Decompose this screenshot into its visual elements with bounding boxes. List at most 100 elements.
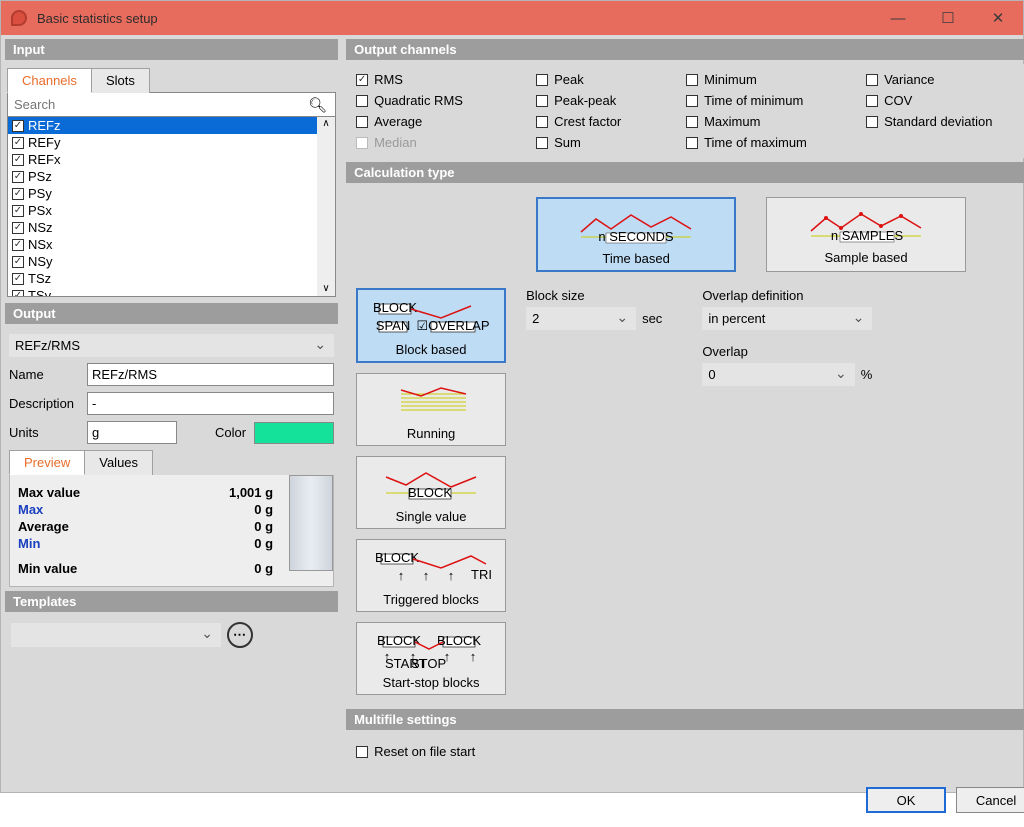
channel-name: NSy bbox=[28, 253, 53, 270]
list-item[interactable]: ✓NSz bbox=[8, 219, 335, 236]
output-check-cov[interactable]: COV bbox=[866, 93, 1024, 108]
svg-text:SPAN: SPAN bbox=[376, 318, 410, 333]
checkbox-icon: ✓ bbox=[12, 205, 24, 217]
svg-text:TRIGGERS: TRIGGERS bbox=[471, 567, 491, 582]
checkbox-icon: ✓ bbox=[12, 188, 24, 200]
window: Basic statistics setup — ☐ ✕ Input Chann… bbox=[0, 0, 1024, 793]
channel-name: PSy bbox=[28, 185, 52, 202]
search-icon[interactable]: 🔍︎ bbox=[300, 96, 335, 114]
name-label: Name bbox=[9, 367, 79, 382]
output-check-time-of-minimum[interactable]: Time of minimum bbox=[686, 93, 856, 108]
calc-single-value[interactable]: BLOCK Single value bbox=[356, 456, 506, 529]
max-label: Max bbox=[18, 502, 43, 517]
list-item[interactable]: ✓REFx bbox=[8, 151, 335, 168]
channel-name: TSz bbox=[28, 270, 51, 287]
average: 0 g bbox=[254, 519, 273, 534]
checkbox-icon: ✓ bbox=[12, 290, 24, 298]
output-check-minimum[interactable]: Minimum bbox=[686, 72, 856, 87]
maximize-button[interactable]: ☐ bbox=[923, 1, 973, 35]
check-label: Quadratic RMS bbox=[374, 93, 463, 108]
template-more-button[interactable]: ⋯ bbox=[227, 622, 253, 648]
output-check-peak[interactable]: Peak bbox=[536, 72, 676, 87]
list-item[interactable]: ✓ PSy bbox=[8, 185, 335, 202]
list-item[interactable]: ✓REFz bbox=[8, 117, 335, 134]
check-label: Sum bbox=[554, 135, 581, 150]
block-size-select[interactable]: 2 bbox=[526, 307, 636, 330]
calc-running[interactable]: Running bbox=[356, 373, 506, 446]
checkbox-icon: ✓ bbox=[12, 120, 24, 132]
minimize-button[interactable]: — bbox=[873, 1, 923, 35]
average-label: Average bbox=[18, 519, 69, 534]
channel-name: REFx bbox=[28, 151, 61, 168]
input-header: Input bbox=[5, 39, 338, 60]
calc-start-stop-blocks[interactable]: BLOCKBLOCK↑↑↑↑STARTSTOP Start-stop block… bbox=[356, 622, 506, 695]
close-button[interactable]: ✕ bbox=[973, 1, 1023, 35]
checkbox-icon: ✓ bbox=[12, 222, 24, 234]
output-channel-select[interactable]: REFz/RMS bbox=[9, 334, 334, 357]
output-check-time-of-maximum[interactable]: Time of maximum bbox=[686, 135, 856, 150]
checkbox-icon bbox=[356, 116, 368, 128]
template-select[interactable] bbox=[11, 623, 221, 647]
overlap-definition-select[interactable]: in percent bbox=[702, 307, 872, 330]
list-item[interactable]: ✓TSy bbox=[8, 287, 335, 297]
block-size-unit: sec bbox=[642, 311, 662, 326]
calc-btn-label: Single value bbox=[361, 509, 501, 524]
output-check-quadratic-rms[interactable]: Quadratic RMS bbox=[356, 93, 526, 108]
description-field[interactable] bbox=[87, 392, 334, 415]
channel-name: PSx bbox=[28, 202, 52, 219]
search-input[interactable] bbox=[8, 93, 300, 116]
channel-list[interactable]: ✓REFz✓REFy✓REFx✓PSz✓PSy✓PSx✓NSz✓NSx✓NSy✓… bbox=[7, 117, 336, 297]
list-item[interactable]: ✓TSz bbox=[8, 270, 335, 287]
tab-slots[interactable]: Slots bbox=[91, 68, 150, 93]
list-item[interactable]: ✓NSx bbox=[8, 236, 335, 253]
output-check-peak-peak[interactable]: Peak-peak bbox=[536, 93, 676, 108]
scroll-up-icon[interactable]: ∧ bbox=[322, 117, 329, 131]
calc-time-based[interactable]: n SECONDS Time based bbox=[536, 197, 736, 272]
units-field[interactable] bbox=[87, 421, 177, 444]
overlap-select[interactable]: 0 bbox=[702, 363, 854, 386]
output-check-variance[interactable]: Variance bbox=[866, 72, 1024, 87]
channel-name: REFy bbox=[28, 134, 61, 151]
output-check-crest-factor[interactable]: Crest factor bbox=[536, 114, 676, 129]
tab-channels[interactable]: Channels bbox=[7, 68, 92, 93]
calc-sample-based[interactable]: n SAMPLES Sample based bbox=[766, 197, 966, 272]
calc-triggered-blocks[interactable]: BLOCK↑↑↑TRIGGERS Triggered blocks bbox=[356, 539, 506, 612]
output-channels-header: Output channels bbox=[346, 39, 1024, 60]
output-channels-grid: ✓RMS Peak Minimum Variance Quadratic RMS Peak… bbox=[346, 64, 1024, 158]
output-check-standard-deviation[interactable]: Standard deviation bbox=[866, 114, 1024, 129]
output-check-sum[interactable]: Sum bbox=[536, 135, 676, 150]
checkbox-icon bbox=[866, 116, 878, 128]
output-check-median: Median bbox=[356, 135, 526, 150]
list-item[interactable]: ✓PSz bbox=[8, 168, 335, 185]
svg-text:↑: ↑ bbox=[470, 649, 477, 664]
list-item[interactable]: ✓NSy bbox=[8, 253, 335, 270]
block-size-value: 2 bbox=[532, 311, 539, 326]
check-label: Standard deviation bbox=[884, 114, 992, 129]
preview-panel: Max value1,001 g Max0 g Average0 g Min0 … bbox=[9, 475, 334, 587]
color-swatch[interactable] bbox=[254, 422, 334, 444]
tab-values[interactable]: Values bbox=[84, 450, 153, 475]
calc-block-based[interactable]: BLOCKSPAN☑OVERLAP Block based bbox=[356, 288, 506, 363]
ok-button[interactable]: OK bbox=[866, 787, 946, 813]
checkbox-icon bbox=[866, 95, 878, 107]
list-item[interactable]: ✓ PSx bbox=[8, 202, 335, 219]
output-channel-value: REFz/RMS bbox=[15, 338, 80, 353]
cancel-button[interactable]: Cancel bbox=[956, 787, 1024, 813]
calculation-panel: n SECONDS Time based n SAMPLES Sample ba… bbox=[346, 187, 1024, 705]
scrollbar[interactable]: ∧ ∨ bbox=[317, 117, 335, 296]
scroll-down-icon[interactable]: ∨ bbox=[322, 282, 329, 296]
check-label: Median bbox=[374, 135, 417, 150]
search-input-wrap: 🔍︎ bbox=[7, 92, 336, 117]
output-check-average[interactable]: Average bbox=[356, 114, 526, 129]
tab-preview[interactable]: Preview bbox=[9, 450, 85, 475]
reset-on-file-start-checkbox[interactable]: Reset on file start bbox=[356, 744, 1024, 759]
multifile-header: Multifile settings bbox=[346, 709, 1024, 730]
overlap-label: Overlap bbox=[702, 344, 872, 359]
output-check-rms[interactable]: ✓RMS bbox=[356, 72, 526, 87]
max: 0 g bbox=[254, 502, 273, 517]
check-label: RMS bbox=[374, 72, 403, 87]
check-label: Average bbox=[374, 114, 422, 129]
list-item[interactable]: ✓REFy bbox=[8, 134, 335, 151]
name-field[interactable] bbox=[87, 363, 334, 386]
output-check-maximum[interactable]: Maximum bbox=[686, 114, 856, 129]
